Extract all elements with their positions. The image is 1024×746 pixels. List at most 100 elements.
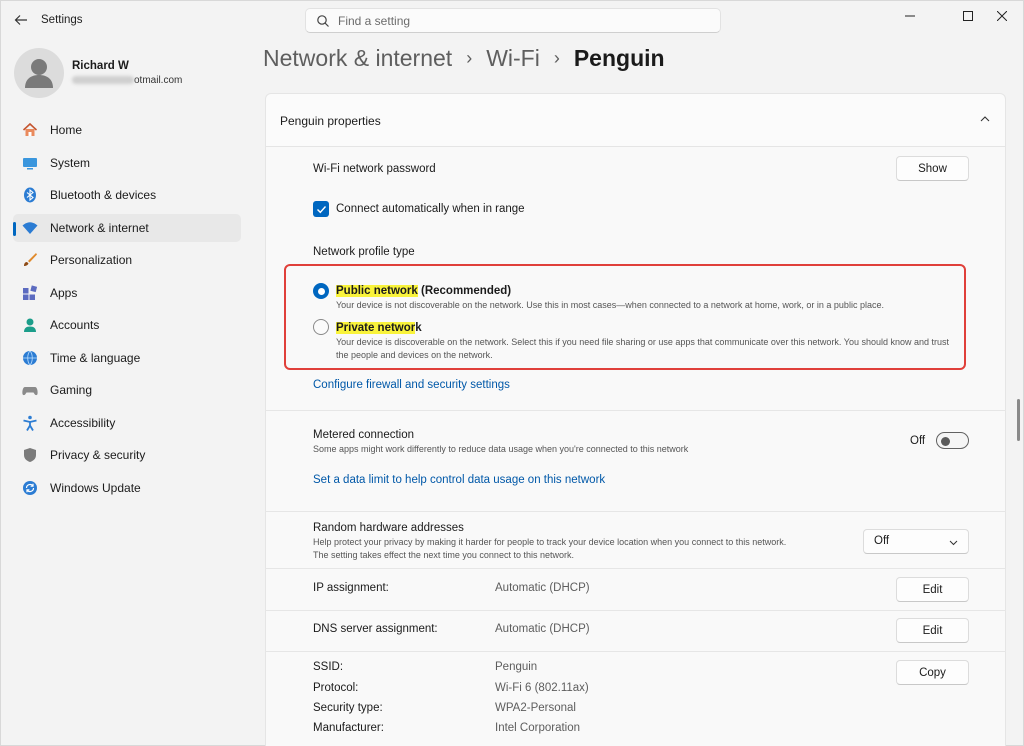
breadcrumb-wifi[interactable]: Wi-Fi [486,45,540,72]
recommended-label: (Recommended) [417,285,512,297]
user-email: otmail.com [72,75,182,86]
sidebar-item-label: Accessibility [50,415,116,430]
chevron-up-icon [980,116,990,122]
search-icon [317,15,329,27]
metered-toggle[interactable] [936,432,969,449]
copy-button[interactable]: Copy [896,660,969,685]
ip-assignment-value: Automatic (DHCP) [495,582,590,594]
sidebar-item-label: System [50,155,91,170]
globe-clock-icon [22,350,38,366]
show-password-button[interactable]: Show [896,156,969,181]
ip-assignment-label: IP assignment: [313,582,389,594]
sidebar-item-label: Gaming [50,383,93,397]
protocol-label: Protocol: [313,682,359,694]
settings-window: Settings Richard W otmail.com Home Syste… [0,0,1024,746]
sidebar-item-bluetooth[interactable]: Bluetooth & devices [13,181,241,209]
public-network-label: Public network [336,285,418,297]
chevron-down-icon [949,540,958,546]
sidebar-item-network[interactable]: Network & internet [13,213,241,242]
search-input[interactable] [338,12,708,30]
sidebar-item-label: Accounts [50,318,100,332]
accounts-icon [22,317,38,333]
breadcrumb-network[interactable]: Network & internet [263,45,452,72]
dns-label: DNS server assignment: [313,623,438,635]
metered-desc: Some apps might work differently to redu… [313,444,689,454]
sidebar-item-label: Time & language [50,350,141,365]
properties-header-title: Penguin properties [280,114,381,128]
private-network-title: Private network [336,322,422,334]
sidebar-item-time-language[interactable]: Time & language [13,344,241,372]
divider [265,410,1006,411]
user-name: Richard W [72,60,129,72]
auto-connect-checkbox[interactable] [313,201,329,217]
random-hw-desc-2: The setting takes effect the next time y… [313,550,574,560]
manufacturer-value: Intel Corporation [495,722,581,734]
sidebar-item-accessibility[interactable]: Accessibility [13,409,241,437]
properties-header[interactable]: Penguin properties [265,93,1006,147]
security-type-value: WPA2-Personal [495,702,576,714]
minimize-button[interactable] [887,1,933,31]
manufacturer-label: Manufacturer: [313,722,384,734]
title-bar: Settings [1,1,1024,39]
random-hw-select-value: Off [874,535,890,547]
private-network-radio[interactable] [313,319,329,335]
private-network-desc: Your device is discoverable on the netwo… [336,337,950,360]
random-hw-label: Random hardware addresses [313,522,464,534]
sidebar-item-label: Bluetooth & devices [50,188,157,202]
profile-type-label: Network profile type [313,246,415,258]
wifi-icon [22,220,38,236]
sidebar-item-personalization[interactable]: Personalization [13,246,241,274]
close-icon [997,11,1007,21]
redacted-email [72,76,134,85]
divider [265,651,1006,652]
random-hw-select[interactable]: Off [863,529,969,554]
search-box[interactable] [305,8,721,33]
sidebar-item-windows-update[interactable]: Windows Update [13,474,241,502]
chevron-right-icon: › [466,48,473,68]
bluetooth-icon [22,187,38,203]
chevron-right-icon: › [553,48,560,68]
sidebar-item-apps[interactable]: Apps [13,279,241,307]
sidebar-item-label: Apps [50,285,78,300]
close-button[interactable] [979,1,1024,31]
ssid-label: SSID: [313,661,344,673]
sidebar-item-accounts[interactable]: Accounts [13,311,241,339]
user-silhouette-icon [25,59,53,88]
home-icon [22,122,38,138]
sidebar-item-home[interactable]: Home [13,116,241,144]
data-limit-link[interactable]: Set a data limit to help control data us… [313,474,605,486]
firewall-settings-link[interactable]: Configure firewall and security settings [313,379,510,391]
edit-ip-button[interactable]: Edit [896,577,969,602]
sidebar-item-gaming[interactable]: Gaming [13,376,241,404]
private-network-label-tail: k [415,322,422,334]
metered-toggle-state: Off [910,435,926,447]
brush-icon [22,252,38,268]
private-network-label: Private networ [336,322,416,334]
app-title: Settings [41,14,83,26]
system-icon [22,155,38,171]
maximize-icon [963,11,973,21]
sidebar-item-label: Home [50,123,83,137]
divider [265,568,1006,569]
scrollbar[interactable] [1017,399,1020,441]
sidebar-item-label: Privacy & security [50,448,146,462]
back-arrow-icon [14,15,27,25]
sidebar-nav: Home System Bluetooth & devices Network … [13,116,241,506]
sidebar-item-system[interactable]: System [13,149,241,177]
update-icon [22,480,38,496]
divider [265,511,1006,512]
public-network-radio[interactable] [313,283,329,299]
checkmark-icon [316,205,326,213]
random-hw-desc: Help protect your privacy by making it h… [313,537,787,547]
sidebar-item-label: Windows Update [50,480,141,495]
back-button[interactable] [11,10,31,30]
avatar[interactable] [14,48,64,98]
accessibility-icon [22,415,38,431]
edit-dns-button[interactable]: Edit [896,618,969,643]
public-network-desc: Your device is not discoverable on the n… [336,300,884,310]
shield-icon [22,447,38,463]
security-type-label: Security type: [313,702,383,714]
divider [265,610,1006,611]
protocol-value: Wi-Fi 6 (802.11ax) [495,682,589,694]
sidebar-item-privacy[interactable]: Privacy & security [13,441,241,469]
